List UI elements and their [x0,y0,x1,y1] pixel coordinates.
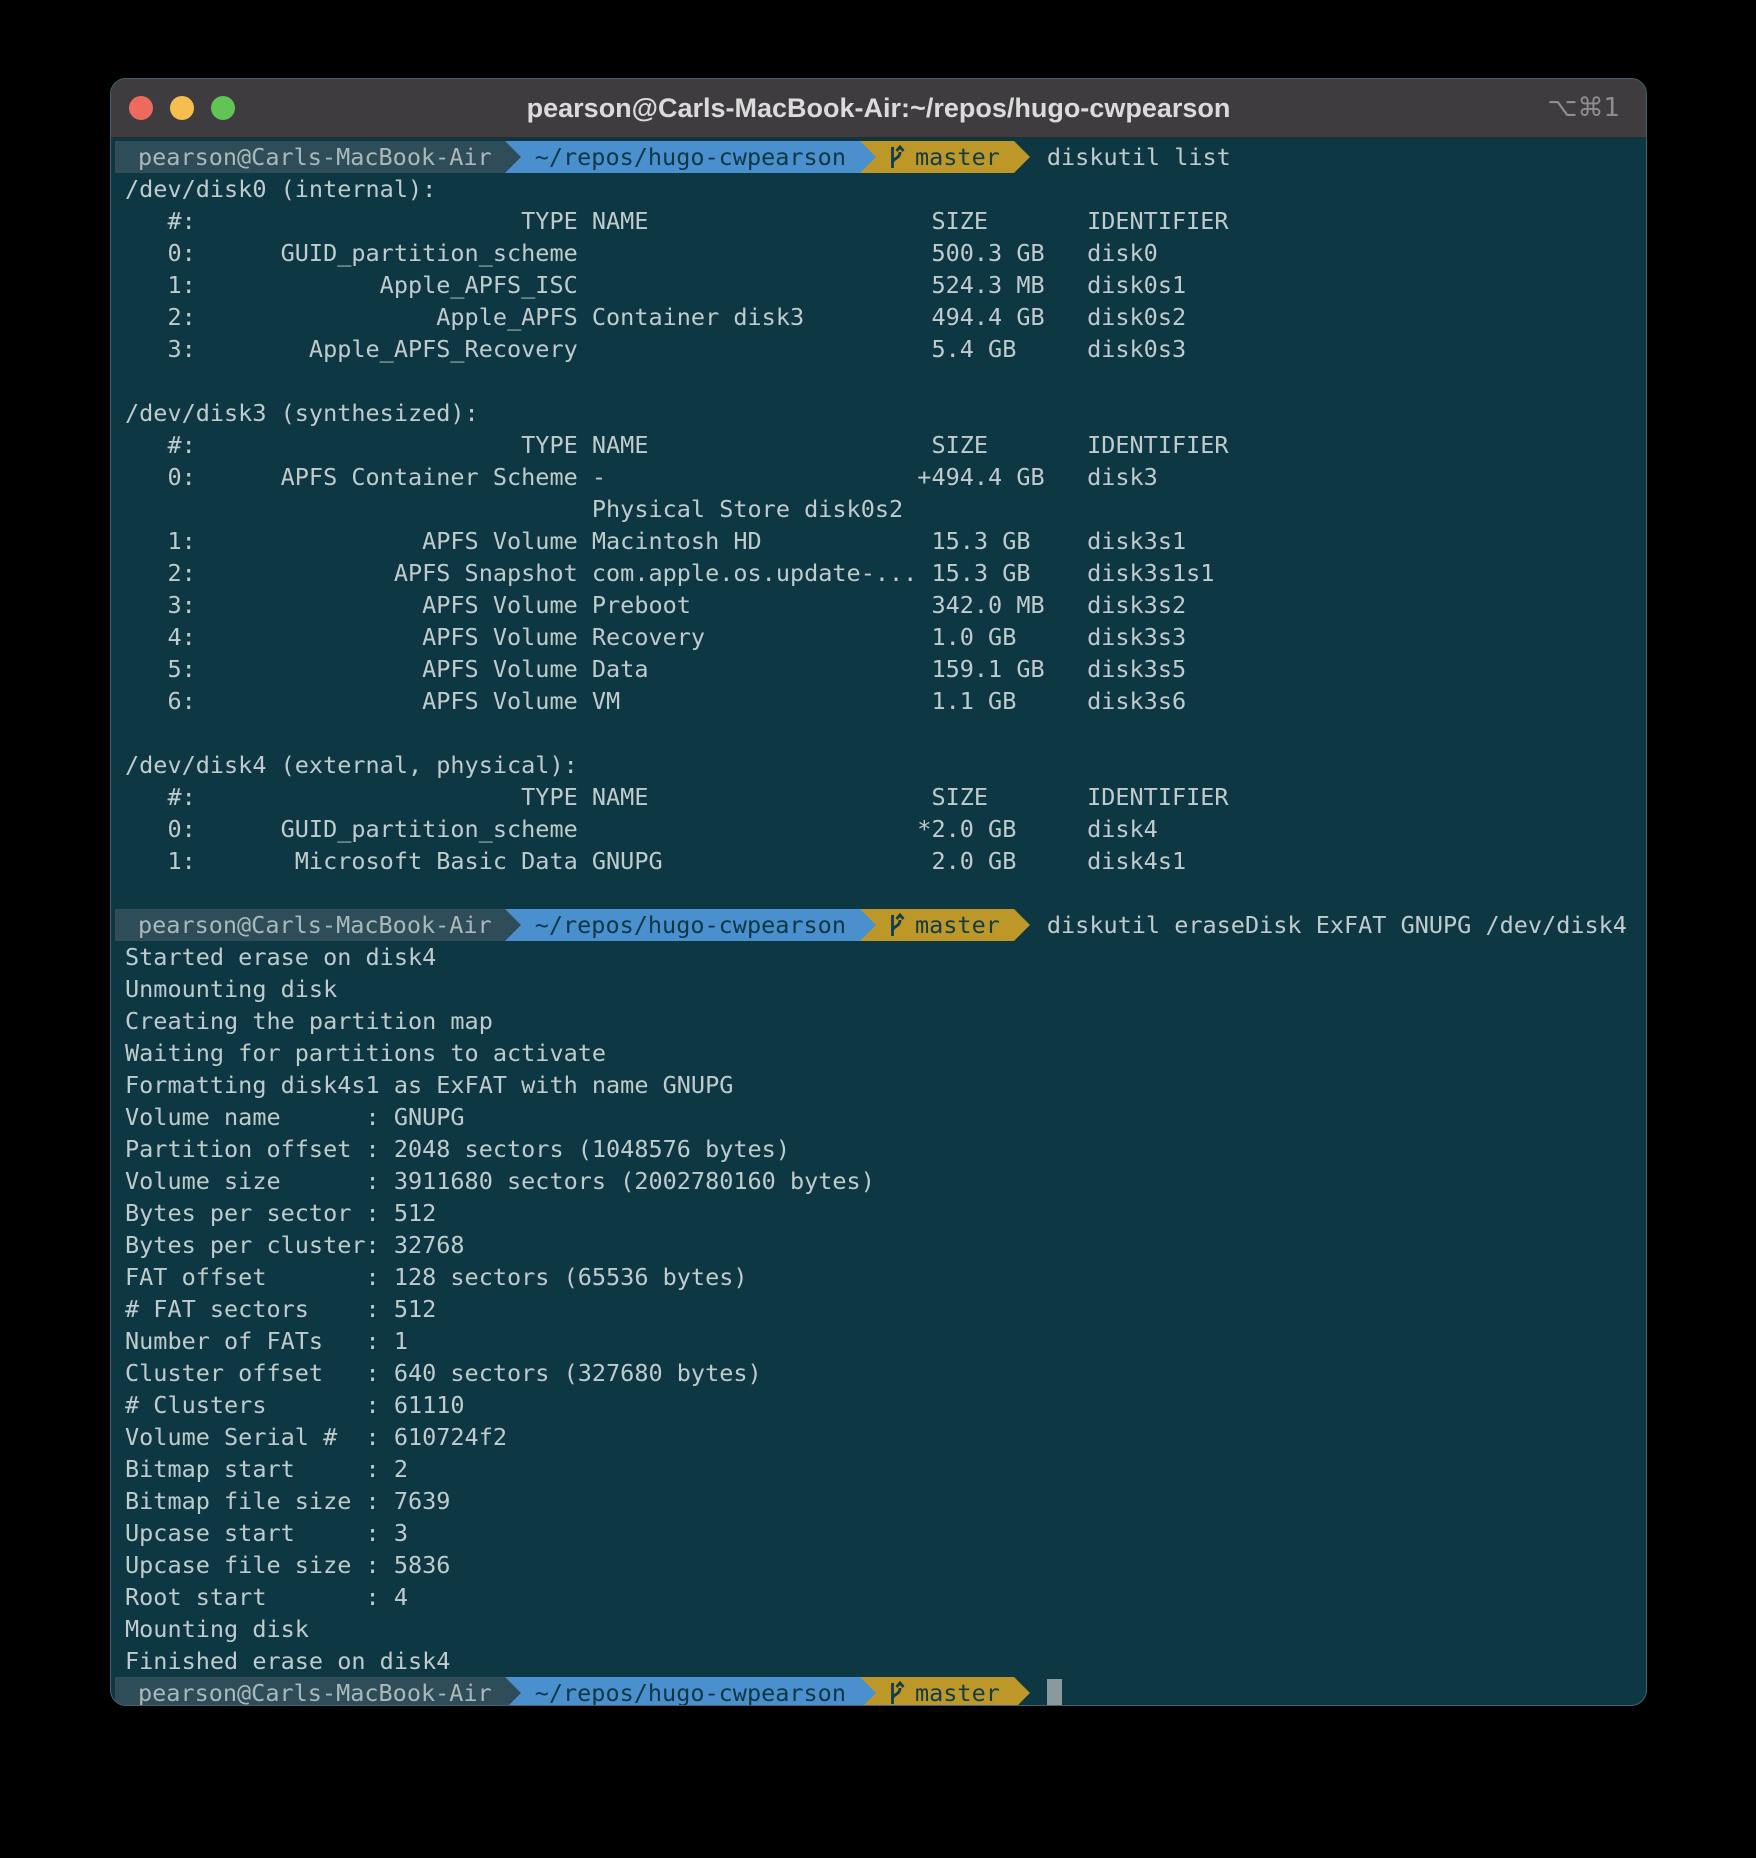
prompt-cwd: ~/repos/hugo-cwpearson [521,1677,860,1706]
powerline-arrow-icon [1014,141,1030,173]
prompt-user-host: pearson@Carls-MacBook-Air [115,909,505,941]
terminal-content[interactable]: pearson@Carls-MacBook-Air ~/repos/hugo-c… [111,138,1646,1706]
command-text: diskutil eraseDisk ExFAT GNUPG /dev/disk… [1030,909,1627,941]
prompt-git-branch: master [915,141,1000,173]
prompt-git-segment: master [876,141,1014,173]
prompt-user-host: pearson@Carls-MacBook-Air [115,141,505,173]
terminal-cursor [1047,1679,1062,1707]
prompt-line-2: pearson@Carls-MacBook-Air ~/repos/hugo-c… [115,909,1646,941]
close-button[interactable] [129,96,153,120]
traffic-lights [129,79,235,137]
prompt-user-host: pearson@Carls-MacBook-Air [115,1677,505,1706]
powerline-arrow-icon [505,141,521,173]
command-text: diskutil list [1030,141,1231,173]
prompt-cwd: ~/repos/hugo-cwpearson [521,141,860,173]
git-branch-icon [886,1680,906,1706]
titlebar[interactable]: pearson@Carls-MacBook-Air:~/repos/hugo-c… [111,79,1646,138]
prompt-line-1: pearson@Carls-MacBook-Air ~/repos/hugo-c… [115,141,1646,173]
git-branch-icon [886,144,906,170]
powerline-arrow-icon [505,909,521,941]
powerline-arrow-icon [505,1677,521,1706]
powerline-arrow-icon [1014,1677,1030,1706]
window-title: pearson@Carls-MacBook-Air:~/repos/hugo-c… [231,79,1526,137]
git-branch-icon [886,912,906,938]
powerline-arrow-icon [860,1677,876,1706]
terminal-window: pearson@Carls-MacBook-Air:~/repos/hugo-c… [110,78,1647,1706]
prompt-git-segment: master [876,909,1014,941]
erase-disk-output: Started erase on disk4 Unmounting disk C… [125,941,1646,1677]
desktop-background: pearson@Carls-MacBook-Air:~/repos/hugo-c… [0,0,1756,1858]
prompt-git-branch: master [915,909,1000,941]
minimize-button[interactable] [170,96,194,120]
prompt-line-3: pearson@Carls-MacBook-Air ~/repos/hugo-c… [115,1677,1646,1706]
window-shortcut-badge: ⌥⌘1 [1547,79,1620,137]
diskutil-list-output: /dev/disk0 (internal): #: TYPE NAME SIZE… [125,173,1646,877]
powerline-arrow-icon [860,909,876,941]
powerline-arrow-icon [860,141,876,173]
prompt-git-segment: master [876,1677,1014,1706]
prompt-git-branch: master [915,1677,1000,1706]
powerline-arrow-icon [1014,909,1030,941]
prompt-cwd: ~/repos/hugo-cwpearson [521,909,860,941]
